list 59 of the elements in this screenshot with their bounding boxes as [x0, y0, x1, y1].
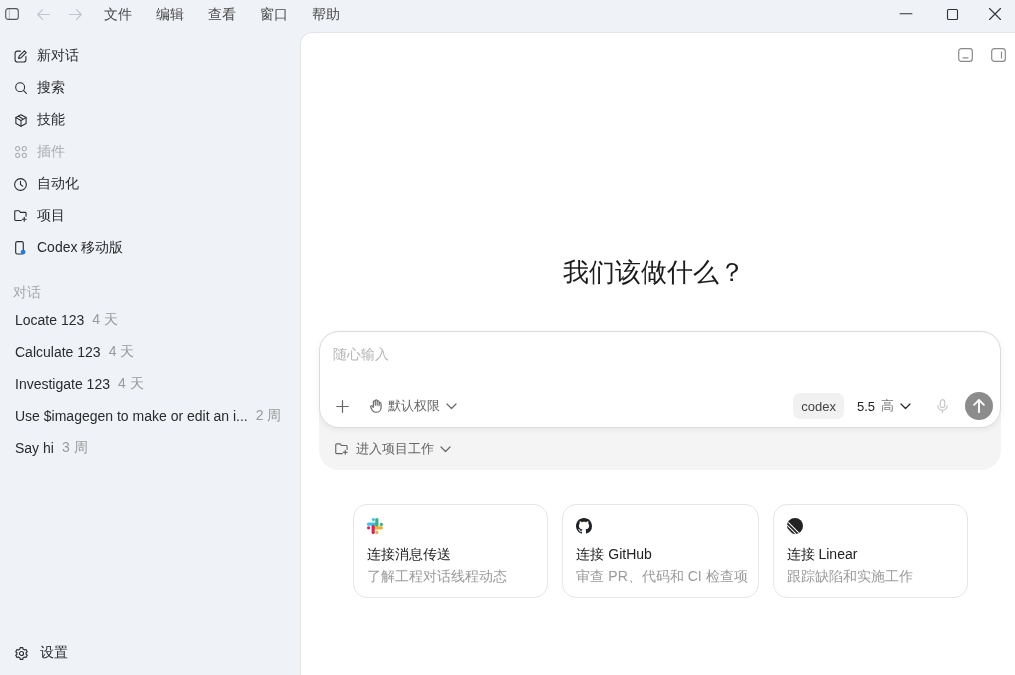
chevron-down-icon	[446, 402, 457, 410]
section-label: 对话	[12, 283, 42, 302]
card-description: 审查 PR、代码和 CI 检查项	[576, 567, 748, 586]
connector-card[interactable]: 连接 Linear 跟踪缺陷和实施工作	[772, 504, 968, 598]
right-panel-icon	[990, 48, 1006, 62]
menu-item[interactable]: 帮助	[300, 1, 352, 27]
sidebar-item[interactable]: 技能	[6, 104, 73, 136]
conversation-item[interactable]: Calculate 123 4 天	[6, 336, 145, 368]
timestamp: 4 天	[117, 375, 144, 393]
connector-card[interactable]: 连接 GitHub 审查 PR、代码和 CI 检查项	[562, 504, 759, 598]
plus-icon	[335, 399, 349, 413]
hand-icon	[370, 399, 382, 413]
model-chip[interactable]: codex	[793, 393, 844, 419]
sidebar-toggle-icon	[5, 8, 19, 20]
conversation-item[interactable]: Say hi 3 周	[6, 432, 98, 464]
timestamp: 4 天	[108, 343, 135, 361]
sidebar-item[interactable]: 搜索	[6, 72, 73, 104]
settings-icon	[15, 646, 28, 660]
conversation-item[interactable]: Investigate 123 4 天	[6, 368, 154, 400]
model-version-dropdown[interactable]: 5.5 高	[850, 392, 917, 420]
permission-dropdown[interactable]: 默认权限	[364, 392, 463, 420]
timestamp: 3 周	[61, 439, 88, 457]
conversation-item[interactable]: Use $imagegen to make or edit an i... 2 周	[6, 400, 292, 432]
settings-button[interactable]: 设置	[6, 637, 294, 669]
card-title: 连接 GitHub	[576, 545, 652, 564]
arrow-left-icon	[36, 8, 50, 20]
card-description: 了解工程对话线程动态	[367, 567, 507, 586]
connector-card[interactable]: 连接消息传送 了解工程对话线程动态	[353, 504, 549, 598]
sidebar-item[interactable]: 新对话	[6, 40, 87, 72]
message-composer[interactable]: 随心输入 默认权限 codex 5.5 高	[319, 331, 1001, 428]
conversation-item[interactable]: Locate 123 4 天	[6, 304, 128, 336]
close-icon	[989, 8, 1001, 20]
card-title: 连接消息传送	[367, 545, 451, 564]
menu-item[interactable]: 查看	[196, 1, 248, 27]
minimize-icon	[900, 13, 912, 15]
menu-item[interactable]: 编辑	[144, 1, 196, 27]
timestamp: 2 周	[255, 407, 282, 425]
menu-item[interactable]: 文件	[92, 1, 144, 27]
card-description: 跟踪缺陷和实施工作	[786, 567, 913, 586]
maximize-icon	[946, 8, 958, 20]
striped-circle-icon	[786, 518, 803, 534]
chevron-down-icon	[900, 402, 911, 410]
folder-plus-icon	[335, 443, 348, 455]
colorful-hash-icon	[367, 518, 383, 534]
page-heading: 我们该做什么？	[563, 256, 745, 289]
project-dropdown[interactable]: 进入项目工作	[329, 435, 457, 463]
card-title: 连接 Linear	[786, 545, 858, 564]
sidebar-item[interactable]: Codex 移动版	[6, 232, 132, 264]
arrow-right-icon	[68, 8, 82, 20]
microphone-icon	[936, 398, 948, 414]
arrow-up-icon	[973, 399, 985, 413]
github-icon	[576, 518, 593, 534]
message-input[interactable]: 随心输入	[333, 344, 987, 382]
timestamp: 4 天	[92, 311, 118, 329]
sidebar-item[interactable]: 自动化	[6, 168, 87, 200]
chevron-down-icon	[440, 445, 451, 453]
sidebar-item[interactable]: 项目	[6, 200, 73, 232]
menu-item[interactable]: 窗口	[248, 1, 300, 27]
bottom-panel-icon	[957, 48, 973, 62]
